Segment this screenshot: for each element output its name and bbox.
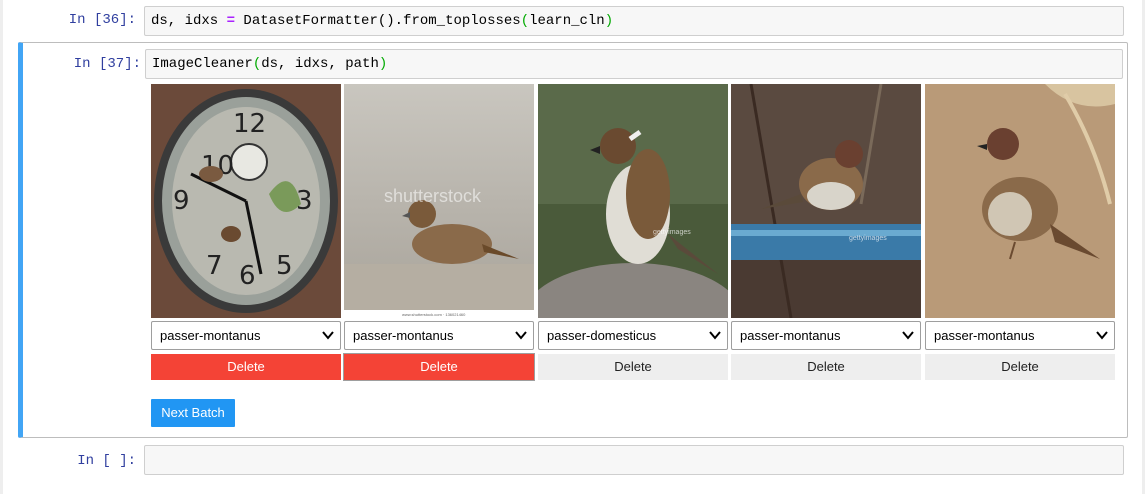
delete-button[interactable]: Delete — [343, 353, 535, 381]
cell-prompt: In [ ]: — [77, 453, 136, 469]
chevron-down-icon — [515, 331, 527, 340]
delete-button[interactable]: Delete — [151, 354, 341, 380]
delete-button[interactable]: Delete — [731, 354, 921, 380]
svg-text:9: 9 — [173, 186, 190, 216]
delete-button[interactable]: Delete — [538, 354, 728, 380]
code-cell-36[interactable]: In [36]: ds, idxs = DatasetFormatter().f… — [18, 5, 1128, 37]
svg-text:5: 5 — [276, 251, 293, 281]
sparrow-image[interactable]: shutterstock www.shutterstock.com · 1360… — [344, 84, 534, 318]
chevron-down-icon — [322, 331, 334, 340]
chevron-down-icon — [902, 331, 914, 340]
label-select[interactable]: passer-montanus — [925, 321, 1115, 350]
code-cell-37[interactable]: In [37]: ImageCleaner(ds, idxs, path) 10… — [18, 42, 1128, 438]
shutterstock-watermark: shutterstock — [384, 186, 482, 206]
cell-prompt: In [37]: — [73, 56, 141, 72]
shutterstock-id: www.shutterstock.com · 136021460 — [402, 312, 466, 317]
getty-watermark: gettyimages — [653, 229, 691, 236]
label-select[interactable]: passer-domesticus — [538, 321, 728, 350]
label-select[interactable]: passer-montanus — [151, 321, 341, 350]
cell-prompt: In [36]: — [68, 12, 136, 28]
label-select[interactable]: passer-montanus — [344, 321, 534, 350]
code-input[interactable] — [144, 445, 1124, 475]
sparrow-image[interactable]: gettyimages — [538, 84, 728, 318]
sparrow-image[interactable] — [925, 84, 1115, 318]
chevron-down-icon — [1096, 331, 1108, 340]
chevron-down-icon — [709, 331, 721, 340]
code-input[interactable]: ds, idxs = DatasetFormatter().from_toplo… — [144, 6, 1124, 36]
clock-image[interactable]: 10 12 3 9 7 6 5 — [151, 84, 341, 318]
next-batch-button[interactable]: Next Batch — [151, 399, 235, 427]
code-input[interactable]: ImageCleaner(ds, idxs, path) — [145, 49, 1123, 79]
getty-watermark: gettyimages — [849, 235, 887, 242]
svg-text:12: 12 — [233, 109, 266, 139]
svg-text:3: 3 — [296, 186, 313, 216]
svg-text:6: 6 — [239, 261, 256, 291]
label-select[interactable]: passer-montanus — [731, 321, 921, 350]
sparrow-image[interactable]: gettyimages — [731, 84, 921, 318]
notebook-container: In [36]: ds, idxs = DatasetFormatter().f… — [3, 0, 1142, 494]
delete-button[interactable]: Delete — [925, 354, 1115, 380]
svg-text:7: 7 — [206, 251, 223, 281]
code-cell-empty[interactable]: In [ ]: — [18, 443, 1128, 477]
